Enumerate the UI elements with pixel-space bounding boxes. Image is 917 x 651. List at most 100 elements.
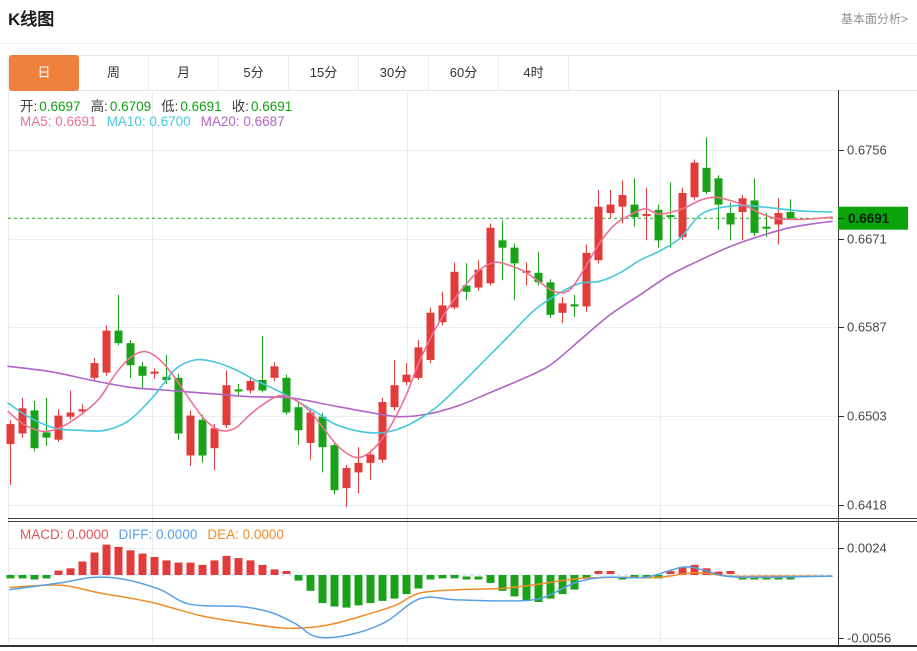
- lg-ohlc-item-3: 收: 0.6691: [231, 99, 293, 114]
- candle: [342, 468, 351, 489]
- macd-bar: [342, 575, 351, 608]
- macd-bar: [78, 561, 87, 575]
- ma20-line: [7, 220, 833, 418]
- candle: [330, 445, 339, 491]
- candle: [510, 247, 519, 264]
- candle: [390, 385, 399, 408]
- macd-bar: [414, 575, 423, 589]
- candle: [498, 240, 507, 248]
- macd-bar: [318, 575, 327, 604]
- macd-bar: [138, 553, 147, 575]
- ohlc-legend: 开: 0.6697 高: 0.6709 低: 0.6691 收: 0.6691: [20, 95, 302, 115]
- macd-bar: [330, 575, 339, 607]
- macd-bar: [150, 557, 159, 575]
- lg-ma-item-1: MA10: 0.6700: [106, 114, 191, 129]
- macd-bar: [510, 575, 519, 597]
- price-tick-4: 0.6418: [847, 498, 887, 513]
- candle: [42, 432, 51, 438]
- macd-bar: [6, 575, 15, 579]
- macd-bar: [42, 575, 51, 579]
- price-tick-3: 0.6503: [847, 409, 887, 424]
- candle: [126, 343, 135, 366]
- macd-bar: [450, 575, 459, 579]
- price-tick-2: 0.6587: [847, 320, 887, 335]
- macd-bar: [474, 576, 483, 580]
- candle: [90, 363, 99, 378]
- macd-bar: [54, 570, 63, 575]
- lg-ohlc-item-1: 高: 0.6709: [90, 99, 152, 114]
- macd-bar: [366, 575, 375, 604]
- macd-bar: [558, 575, 567, 595]
- candle: [294, 407, 303, 431]
- macd-bar: [354, 575, 363, 606]
- macd-bar: [282, 571, 291, 574]
- macd-legend: MACD: 0.0000 DIFF: 0.0000 DEA: 0.0000: [20, 527, 294, 542]
- price-tick-0: 0.6756: [847, 143, 887, 158]
- ma-legend: MA5: 0.6691 MA10: 0.6700 MA20: 0.6687: [20, 114, 295, 129]
- candle: [702, 167, 711, 192]
- macd-bar: [246, 560, 255, 575]
- candle: [246, 381, 255, 391]
- current-price-label: 0.6691: [848, 211, 890, 226]
- macd-bar: [402, 575, 411, 595]
- candle: [66, 412, 75, 417]
- macd-bar: [306, 575, 315, 591]
- candle: [570, 304, 579, 307]
- macd-bar: [726, 571, 735, 574]
- candle: [486, 227, 495, 284]
- candle: [618, 195, 627, 207]
- candle: [606, 204, 615, 213]
- macd-bar: [462, 576, 471, 580]
- candle: [6, 424, 15, 445]
- macd-tick-1: -0.0056: [847, 631, 891, 646]
- macd-bar: [438, 575, 447, 579]
- candle: [366, 454, 375, 463]
- macd-tick-0: 0.0024: [847, 541, 887, 556]
- lg-macd-item-1: DIFF: 0.0000: [118, 527, 198, 542]
- macd-bar: [270, 569, 279, 575]
- candle: [198, 419, 207, 456]
- candle: [210, 428, 219, 449]
- candle: [678, 193, 687, 238]
- candle: [474, 269, 483, 288]
- candle: [222, 385, 231, 426]
- candle: [762, 226, 771, 229]
- macd-bar: [606, 571, 615, 574]
- kline-widget: K线图 基本面分析> 日周月 5分 15分 30分 60分 4时 开: 0.6697 高: 0.…: [0, 0, 917, 651]
- macd-bar: [174, 562, 183, 575]
- candle: [666, 215, 675, 218]
- macd-bar: [522, 575, 531, 601]
- macd-bar: [222, 555, 231, 575]
- macd-bar: [18, 575, 27, 579]
- candle: [138, 366, 147, 376]
- candle: [186, 415, 195, 456]
- lg-ohlc-item-2: 低: 0.6691: [161, 99, 222, 114]
- candle: [402, 374, 411, 383]
- macd-bar: [378, 575, 387, 601]
- macd-bar: [162, 560, 171, 575]
- macd-bar: [426, 575, 435, 580]
- candle: [114, 330, 123, 344]
- price-tick-1: 0.6671: [847, 232, 887, 247]
- candle: [726, 213, 735, 225]
- macd-bar: [390, 575, 399, 599]
- macd-bar: [126, 550, 135, 576]
- lg-ma-item-0: MA5: 0.6691: [20, 114, 97, 129]
- bottom-border: [0, 645, 917, 647]
- macd-bar: [210, 560, 219, 575]
- candle: [378, 402, 387, 460]
- macd-bar: [90, 552, 99, 575]
- candle: [102, 330, 111, 373]
- candle: [270, 366, 279, 378]
- candle: [714, 178, 723, 205]
- lg-ma-item-2: MA20: 0.6687: [200, 114, 285, 129]
- macd-bar: [234, 558, 243, 575]
- candle: [150, 371, 159, 374]
- candle: [234, 389, 243, 392]
- candle: [306, 412, 315, 443]
- candle: [354, 462, 363, 473]
- candle: [690, 162, 699, 198]
- macd-bar: [102, 544, 111, 575]
- candle: [594, 206, 603, 261]
- lg-ohlc-item-0: 开: 0.6697: [20, 99, 81, 114]
